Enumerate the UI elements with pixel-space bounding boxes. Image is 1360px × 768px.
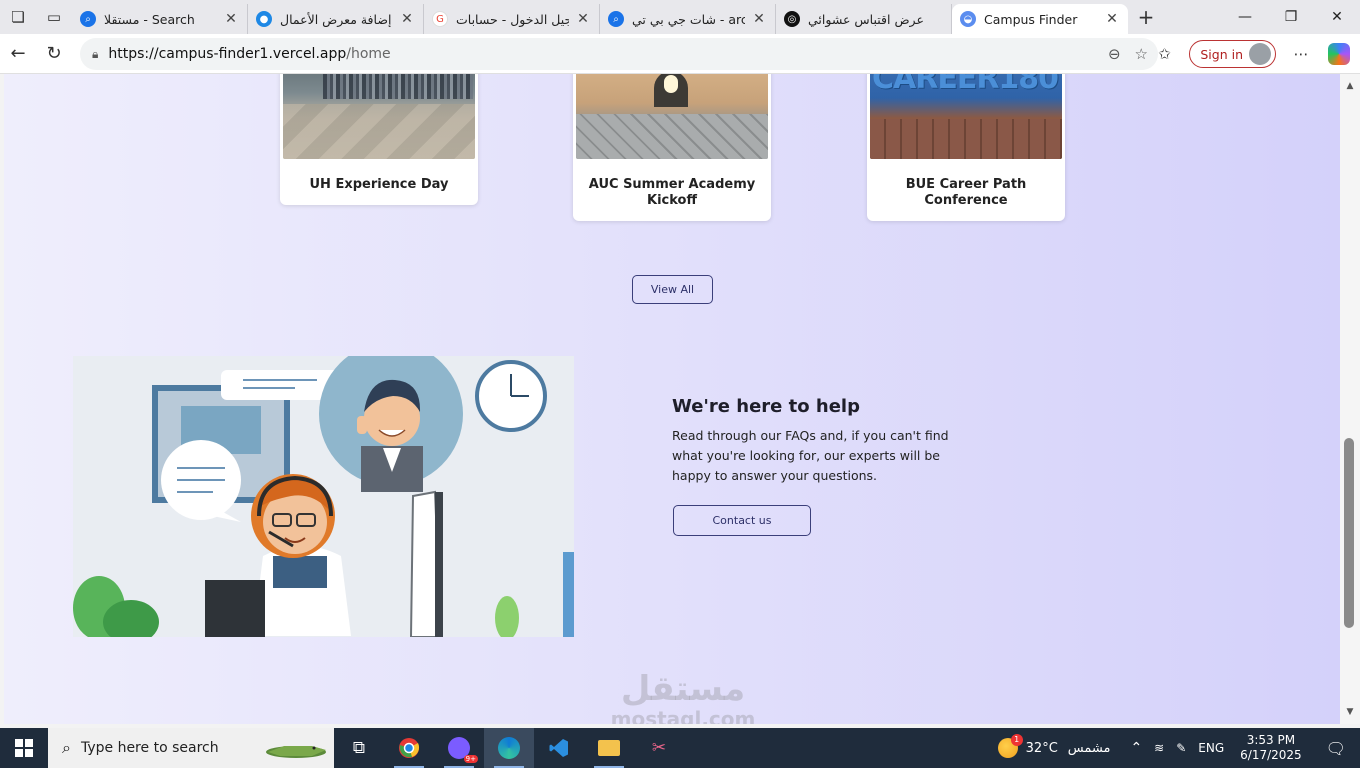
url-host: https://campus-finder1.vercel.app [108,46,347,62]
sign-in-label: Sign in [1200,46,1243,62]
pen-icon[interactable]: ✎ [1170,741,1192,755]
tab-title: مستقلا - Search [104,11,195,27]
taskbar-search-placeholder: Type here to search [80,740,219,756]
favorites-icon[interactable]: ✩ [1147,34,1181,74]
google-favicon-icon: G [432,11,448,27]
page-scrollbar[interactable]: ▲ ▼ [1340,74,1360,724]
openai-favicon-icon: ◎ [784,11,800,27]
url-path: /home [346,46,391,62]
tab-title: تسجيل الدخول - حسابات [456,11,569,27]
watermark-arabic: مستقل [620,669,746,709]
discord-app-icon[interactable]: 9+ [434,728,484,768]
minimize-icon[interactable]: — [1222,0,1268,34]
event-card[interactable]: AUC Summer Academy Kickoff [573,74,771,221]
scroll-up-icon[interactable]: ▲ [1340,78,1360,94]
taskbar-search-box[interactable]: ⌕ Type here to search [48,728,334,768]
search-icon: ⌕ [62,738,71,757]
tab-title: إضافة معرض الأعمال | [280,11,393,27]
windows-taskbar: ⌕ Type here to search ⧉ 9+ ✂ 1 32°C مشمس… [0,728,1360,768]
address-bar[interactable]: 🔒︎ https://campus-finder1.vercel.app/hom… [80,38,1158,70]
tab-strip: ❏ ▭ ⌕ مستقلا - Search ✕ ● إضافة معرض الأ… [0,0,1360,34]
tab-campus-finder[interactable]: ◒ Campus Finder ✕ [952,4,1128,34]
scroll-thumb[interactable] [1344,438,1354,628]
tray-overflow-icon[interactable]: ⌃ [1124,740,1148,756]
start-button[interactable] [0,728,48,768]
clock-time: 3:53 PM [1246,733,1296,747]
tab-title: شات جي بي تي - arch [632,11,745,27]
tab-search[interactable]: ⌕ مستقلا - Search ✕ [72,4,248,34]
clock-date: 6/17/2025 [1240,748,1302,762]
tab-title: Campus Finder [984,11,1078,27]
system-tray: 1 32°C مشمس ⌃ ≋ ✎ ENG 3:53 PM 6/17/2025 … [992,728,1360,768]
refresh-icon[interactable]: ↻ [36,36,72,72]
tab-chatgpt[interactable]: ⌕ شات جي بي تي - arch ✕ [600,4,776,34]
search-highlight-icon [266,746,326,758]
contact-us-button[interactable]: Contact us [673,505,811,536]
browser-toolbar: ← ↻ 🔒︎ https://campus-finder1.vercel.app… [0,34,1360,74]
watermark: مستقل mostaql.com [598,670,768,724]
help-description: Read through our FAQs and, if you can't … [672,428,949,483]
weather-widget[interactable]: 1 32°C مشمس [992,734,1117,758]
campus-favicon-icon: ◒ [960,11,976,27]
weather-condition: مشمس [1067,740,1111,756]
close-icon[interactable]: ✕ [1104,11,1120,27]
close-icon[interactable]: ✕ [751,11,767,27]
close-window-icon[interactable]: ✕ [1314,0,1360,34]
sign-in-button[interactable]: Sign in [1189,40,1276,68]
search-favicon-icon: ⌕ [80,11,96,27]
workspaces-icon[interactable]: ❏ [0,0,36,34]
help-title: We're here to help [672,396,860,417]
event-title: UH Experience Day [309,177,449,192]
tab-quote[interactable]: ◎ عرض اقتباس عشوائي [776,4,952,34]
search-favicon-icon: ⌕ [608,11,624,27]
file-explorer-icon[interactable] [584,728,634,768]
close-icon[interactable]: ✕ [575,11,591,27]
edge-app-icon[interactable] [484,728,534,768]
view-all-button[interactable]: View All [632,275,713,304]
watermark-latin: mostaql.com [610,707,756,724]
copilot-icon[interactable] [1328,43,1350,65]
close-icon[interactable]: ✕ [223,11,239,27]
event-card[interactable]: CAREER180 BUE Career Path Conference [867,74,1065,221]
page-viewport: UH Experience Day AUC Summer Academy Kic… [4,74,1340,724]
sun-icon: 1 [997,734,1023,758]
weather-badge: 1 [1010,734,1023,746]
event-image: CAREER180 [870,74,1062,159]
event-image [283,74,475,159]
close-icon[interactable]: ✕ [399,11,415,27]
lock-icon[interactable]: 🔒︎ [92,47,98,62]
favorite-star-icon[interactable]: ☆ [1135,45,1148,63]
new-tab-icon[interactable]: + [1128,5,1164,29]
vscode-app-icon[interactable] [534,728,584,768]
event-title: AUC Summer Academy Kickoff [588,177,756,208]
network-icon[interactable]: ≋ [1148,741,1170,755]
more-menu-icon[interactable]: ⋯ [1284,34,1318,74]
tab-title: عرض اقتباس عشوائي [808,11,924,27]
notifications-icon[interactable]: 🗨︎ [1312,739,1360,758]
tab-login[interactable]: G تسجيل الدخول - حسابات ✕ [424,4,600,34]
clock[interactable]: 3:53 PM 6/17/2025 [1230,733,1312,763]
tab-portfolio[interactable]: ● إضافة معرض الأعمال | ✕ [248,4,424,34]
weather-temp: 32°C [1025,740,1058,756]
support-illustration [73,356,574,637]
language-indicator[interactable]: ENG [1192,741,1230,755]
event-title: BUE Career Path Conference [905,177,1027,208]
task-view-icon[interactable]: ⧉ [334,728,384,768]
windows-logo-icon [15,739,33,757]
support-agents-graphic [73,356,574,637]
chrome-app-icon[interactable] [384,728,434,768]
event-image-text: CAREER180 [872,74,1059,96]
site-favicon-icon: ● [256,11,272,27]
avatar-icon [1249,43,1271,65]
tab-actions-icon[interactable]: ▭ [36,0,72,34]
restore-icon[interactable]: ❐ [1268,0,1314,34]
zoom-icon[interactable]: ⊖ [1108,45,1121,63]
window-controls: — ❐ ✕ [1222,0,1360,34]
event-image [576,74,768,159]
snipping-tool-icon[interactable]: ✂ [634,728,684,768]
discord-badge: 9+ [463,755,478,763]
scroll-down-icon[interactable]: ▼ [1340,704,1360,720]
event-card[interactable]: UH Experience Day [280,74,478,205]
back-icon[interactable]: ← [0,36,36,72]
